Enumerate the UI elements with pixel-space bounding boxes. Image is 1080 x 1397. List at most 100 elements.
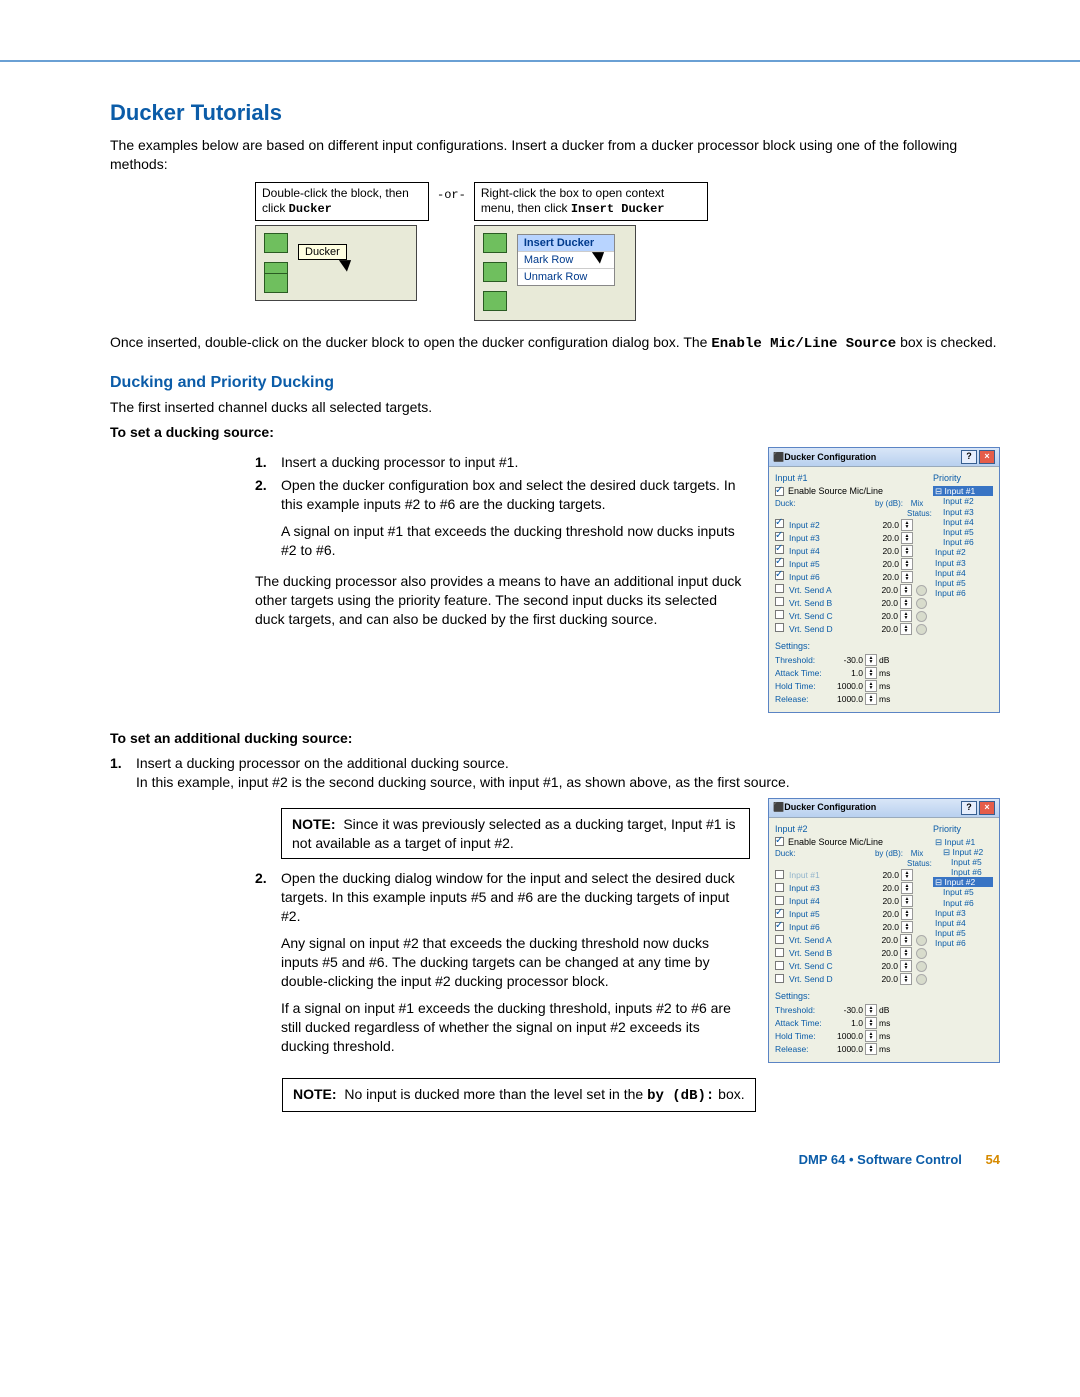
duck-checkbox[interactable] [775, 571, 784, 580]
duck-label: Input #6 [787, 572, 871, 582]
duck-checkbox[interactable] [775, 545, 784, 554]
spinner[interactable] [900, 947, 912, 959]
priority-item[interactable]: ⊟ Input #2 [933, 847, 993, 857]
spinner[interactable] [900, 973, 912, 985]
enable-checkbox[interactable] [775, 487, 784, 496]
spinner[interactable] [865, 1030, 877, 1042]
spinner[interactable] [865, 1004, 877, 1016]
priority-item[interactable]: Input #2 [933, 496, 993, 506]
priority-item[interactable]: Input #4 [933, 568, 993, 578]
duck-checkbox[interactable] [775, 974, 784, 983]
priority-item[interactable]: Input #5 [933, 527, 993, 537]
duck-checkbox[interactable] [775, 883, 784, 892]
proc-block-icon[interactable] [483, 262, 507, 282]
duck-checkbox[interactable] [775, 948, 784, 957]
spinner[interactable] [901, 921, 913, 933]
priority-item[interactable]: Input #4 [933, 918, 993, 928]
spinner[interactable] [900, 934, 912, 946]
spinner[interactable] [901, 869, 913, 881]
proc-block-icon[interactable] [483, 233, 507, 253]
spinner[interactable] [901, 532, 913, 544]
duck-checkbox[interactable] [775, 519, 784, 528]
priority-item[interactable]: Input #4 [933, 517, 993, 527]
duck-checkbox[interactable] [775, 922, 784, 931]
priority-item[interactable]: Input #3 [933, 558, 993, 568]
duck-checkbox[interactable] [775, 610, 784, 619]
steps1-left: 1.Insert a ducking processor to input #1… [255, 447, 750, 713]
priority-item[interactable]: Input #6 [933, 588, 993, 598]
duck-checkbox[interactable] [775, 597, 784, 606]
duck-checkbox[interactable] [775, 870, 784, 879]
spinner[interactable] [865, 693, 877, 705]
priority-item[interactable]: Input #5 [933, 928, 993, 938]
duck-checkbox[interactable] [775, 961, 784, 970]
spinner[interactable] [901, 571, 913, 583]
close-button[interactable]: × [979, 801, 995, 815]
spinner[interactable] [865, 1043, 877, 1055]
duck-checkbox[interactable] [775, 558, 784, 567]
spinner[interactable] [901, 519, 913, 531]
spinner[interactable] [900, 597, 912, 609]
spinner[interactable] [900, 960, 912, 972]
duck-checkbox[interactable] [775, 896, 784, 905]
duck-row: Input #5 20.0 [775, 908, 927, 920]
duck-value: 20.0 [870, 974, 900, 984]
duck-row: Input #5 20.0 [775, 558, 927, 570]
duck-value: 20.0 [871, 520, 901, 530]
proc-block-icon[interactable] [483, 291, 507, 311]
priority-item[interactable]: ⊟ Input #1 [933, 486, 993, 496]
subsection-ducking: Ducking and Priority Ducking [110, 374, 1000, 392]
spinner[interactable] [900, 584, 912, 596]
priority-item[interactable]: ⊟ Input #1 [933, 837, 993, 847]
spinner[interactable] [901, 895, 913, 907]
priority-item[interactable]: Input #2 [933, 547, 993, 557]
priority-item[interactable]: Input #3 [933, 908, 993, 918]
priority-item[interactable]: Input #5 [933, 578, 993, 588]
close-button[interactable]: × [979, 450, 995, 464]
proc-block-icon[interactable] [264, 233, 288, 253]
spinner[interactable] [901, 908, 913, 920]
spinner[interactable] [901, 558, 913, 570]
spinner[interactable] [900, 610, 912, 622]
spinner[interactable] [865, 1017, 877, 1029]
priority-item[interactable]: Input #3 [933, 507, 993, 517]
app-icon: ⬛ [773, 802, 784, 813]
spinner[interactable] [901, 545, 913, 557]
priority-item[interactable]: Input #6 [933, 898, 993, 908]
menu-unmark-row[interactable]: Unmark Row [518, 269, 614, 285]
menu-insert-ducker[interactable]: Insert Ducker [518, 235, 614, 252]
priority-list: ⊟ Input #1Input #2Input #3Input #4Input … [933, 486, 993, 598]
spinner[interactable] [865, 654, 877, 666]
duck-label: Input #5 [787, 909, 871, 919]
spinner[interactable] [865, 667, 877, 679]
duck-checkbox[interactable] [775, 909, 784, 918]
duck-checkbox[interactable] [775, 935, 784, 944]
spinner[interactable] [865, 680, 877, 692]
enable-label: Enable Source Mic/Line [788, 486, 883, 497]
menu-mark-row[interactable]: Mark Row [518, 252, 614, 269]
proc-block-icon[interactable] [264, 273, 288, 293]
insert-caption-left: Double-click the block, then click Ducke… [255, 182, 429, 221]
duck-row: Input #3 20.0 [775, 532, 927, 544]
duck-checkbox[interactable] [775, 623, 784, 632]
settings-header: Settings: [775, 991, 927, 1002]
enable-checkbox[interactable] [775, 837, 784, 846]
duck-value: 20.0 [871, 870, 901, 880]
duck-value: 20.0 [870, 585, 900, 595]
step2-2: Open the ducking dialog window for the i… [281, 869, 750, 1061]
priority-item[interactable]: Input #6 [933, 537, 993, 547]
priority-item[interactable]: Input #6 [933, 867, 993, 877]
help-button[interactable]: ? [961, 450, 977, 464]
priority-item[interactable]: Input #5 [933, 857, 993, 867]
duck-checkbox[interactable] [775, 584, 784, 593]
priority-item[interactable]: ⊟ Input #2 [933, 877, 993, 887]
duck-checkbox[interactable] [775, 532, 784, 541]
spinner[interactable] [900, 623, 912, 635]
spinner[interactable] [901, 882, 913, 894]
duck-value: 20.0 [871, 559, 901, 569]
help-button[interactable]: ? [961, 801, 977, 815]
duck-value: 20.0 [871, 883, 901, 893]
duck-value: 20.0 [871, 896, 901, 906]
priority-item[interactable]: Input #6 [933, 938, 993, 948]
priority-item[interactable]: Input #5 [933, 887, 993, 897]
